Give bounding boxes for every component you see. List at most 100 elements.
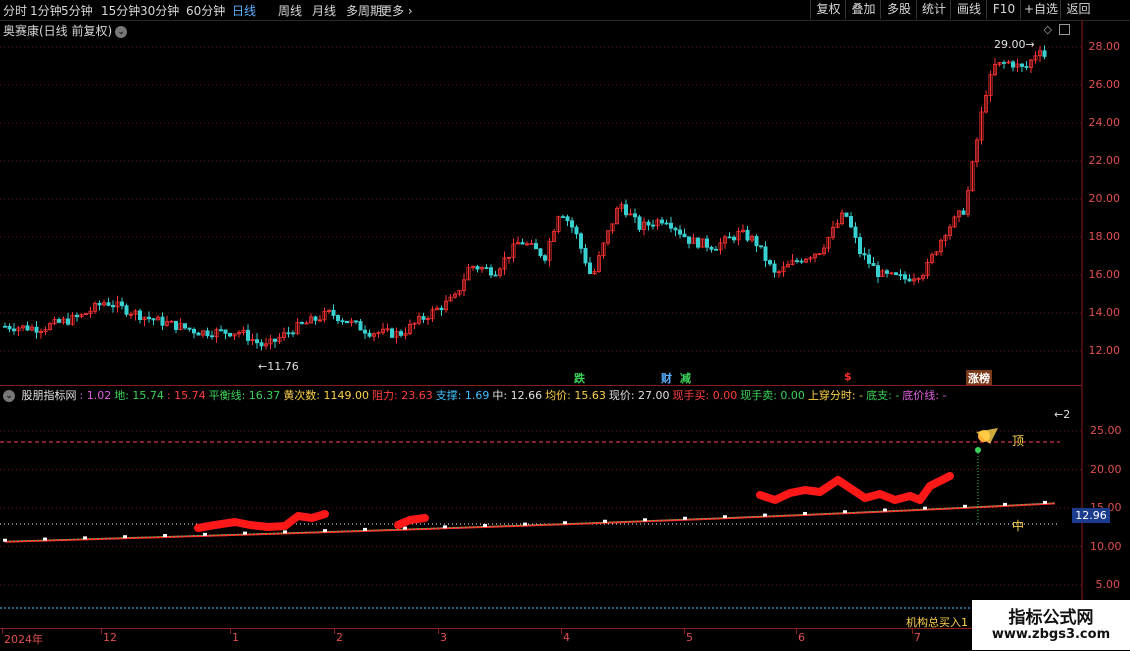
signal-die[interactable]: 跌 bbox=[574, 370, 585, 386]
candle-body bbox=[768, 260, 773, 265]
signal-jian[interactable]: 减 bbox=[680, 370, 691, 386]
entry-marker-dot bbox=[975, 447, 981, 453]
candle-body bbox=[290, 332, 295, 335]
indicator-name: 股朋指标网 bbox=[21, 389, 77, 402]
date-axis-tick: 2 bbox=[336, 631, 343, 644]
watermark-line2: www.zbgs3.com bbox=[991, 627, 1111, 642]
candle-body bbox=[313, 316, 318, 321]
indicator-axis-tick: 20.00 bbox=[1090, 462, 1122, 476]
candle-body bbox=[561, 216, 566, 219]
indicator-field: 地: 15.74 bbox=[114, 389, 164, 402]
candle-body bbox=[678, 229, 683, 235]
candle-body bbox=[961, 210, 966, 215]
candle-body bbox=[799, 260, 804, 263]
candle-body bbox=[344, 320, 349, 324]
candle-body bbox=[570, 220, 575, 228]
indicator-dot bbox=[243, 531, 247, 535]
candle-body bbox=[124, 305, 129, 315]
indicator-dot bbox=[163, 534, 167, 538]
low-price-label: ←11.76 bbox=[258, 360, 299, 373]
candle-body bbox=[858, 237, 863, 254]
candle-body bbox=[579, 233, 584, 249]
candle-body bbox=[335, 315, 340, 322]
current-value-tag: 12.96 bbox=[1072, 508, 1110, 523]
indicator-dot bbox=[843, 510, 847, 514]
red-signal-band bbox=[194, 510, 329, 532]
candle-body bbox=[687, 236, 692, 244]
candle-body bbox=[191, 328, 196, 334]
indicator-dot bbox=[403, 526, 407, 530]
candle-body bbox=[25, 325, 30, 331]
candle-body bbox=[696, 237, 701, 248]
indicator-field: : 15.74 bbox=[166, 389, 206, 402]
candle-body bbox=[660, 219, 665, 224]
indicator-dot bbox=[643, 518, 647, 522]
candle-body bbox=[543, 255, 548, 261]
candle-body bbox=[885, 270, 890, 274]
candle-body bbox=[160, 316, 165, 326]
candle-body bbox=[151, 318, 156, 321]
high-price-label: 29.00→ bbox=[994, 38, 1035, 51]
candle-body bbox=[187, 327, 192, 330]
indicator-dot bbox=[883, 508, 887, 512]
candle-body bbox=[709, 246, 714, 250]
indicator-field: 中: 12.66 bbox=[492, 389, 543, 402]
candle-body bbox=[727, 236, 732, 239]
candle-body bbox=[97, 302, 102, 306]
indicator-dot bbox=[203, 532, 207, 536]
candle-body bbox=[853, 226, 858, 238]
candle-body bbox=[205, 330, 210, 337]
candle-body bbox=[849, 216, 854, 228]
candle-body bbox=[844, 212, 849, 217]
pane-divider bbox=[0, 385, 1082, 386]
candle-body bbox=[1002, 62, 1007, 64]
candle-body bbox=[120, 301, 125, 307]
candle-body bbox=[903, 274, 908, 280]
candle-body bbox=[196, 332, 201, 336]
indicator-field: 底价线: - bbox=[902, 389, 947, 402]
indicator-dot bbox=[963, 504, 967, 508]
indicator-field: : 1.02 bbox=[79, 389, 112, 402]
candle-body bbox=[664, 222, 669, 225]
indicator-field: 均价: 15.63 bbox=[545, 389, 606, 402]
indicator-field: 黄次数: 1149.00 bbox=[283, 389, 370, 402]
candle-body bbox=[259, 342, 264, 347]
candle-body bbox=[286, 332, 291, 335]
candle-body bbox=[66, 318, 71, 325]
candle-body bbox=[493, 274, 498, 277]
candle-body bbox=[772, 263, 777, 273]
mid-label: 中 bbox=[1012, 519, 1025, 533]
candle-body bbox=[223, 329, 228, 334]
candle-body bbox=[565, 216, 570, 222]
candlestick-chart bbox=[0, 20, 1083, 650]
candle-body bbox=[583, 247, 588, 264]
indicator-dot bbox=[723, 515, 727, 519]
candle-body bbox=[534, 243, 539, 250]
candle-body bbox=[488, 267, 493, 276]
candle-body bbox=[1024, 66, 1029, 68]
indicator-dot bbox=[443, 525, 447, 529]
candle-body bbox=[299, 322, 304, 324]
top-label: 顶 bbox=[1012, 434, 1025, 448]
indicator-dot bbox=[3, 538, 7, 542]
date-axis-tick: 12 bbox=[103, 631, 117, 644]
candle-body bbox=[871, 263, 876, 267]
candle-body bbox=[763, 246, 768, 261]
candle-body bbox=[7, 325, 12, 330]
candle-body bbox=[439, 307, 444, 311]
signal-zhangbang[interactable]: 涨榜 bbox=[966, 370, 992, 386]
candle-body bbox=[3, 325, 8, 328]
indicator-field: 上穿分时: - bbox=[807, 389, 864, 402]
watermark: 指标公式网 www.zbgs3.com bbox=[972, 600, 1130, 650]
candle-body bbox=[173, 320, 178, 330]
candle-body bbox=[1042, 50, 1047, 57]
signal-dollar[interactable]: $ bbox=[844, 370, 852, 383]
indicator-dot bbox=[1043, 500, 1047, 504]
candle-body bbox=[646, 221, 651, 226]
candle-body bbox=[57, 319, 62, 323]
candle-body bbox=[714, 248, 719, 251]
chevron-down-icon[interactable]: ⌄ bbox=[3, 390, 15, 402]
indicator-field: 阻力: 23.63 bbox=[372, 389, 433, 402]
signal-cai[interactable]: 财 bbox=[661, 370, 672, 386]
indicator-dot bbox=[603, 519, 607, 523]
